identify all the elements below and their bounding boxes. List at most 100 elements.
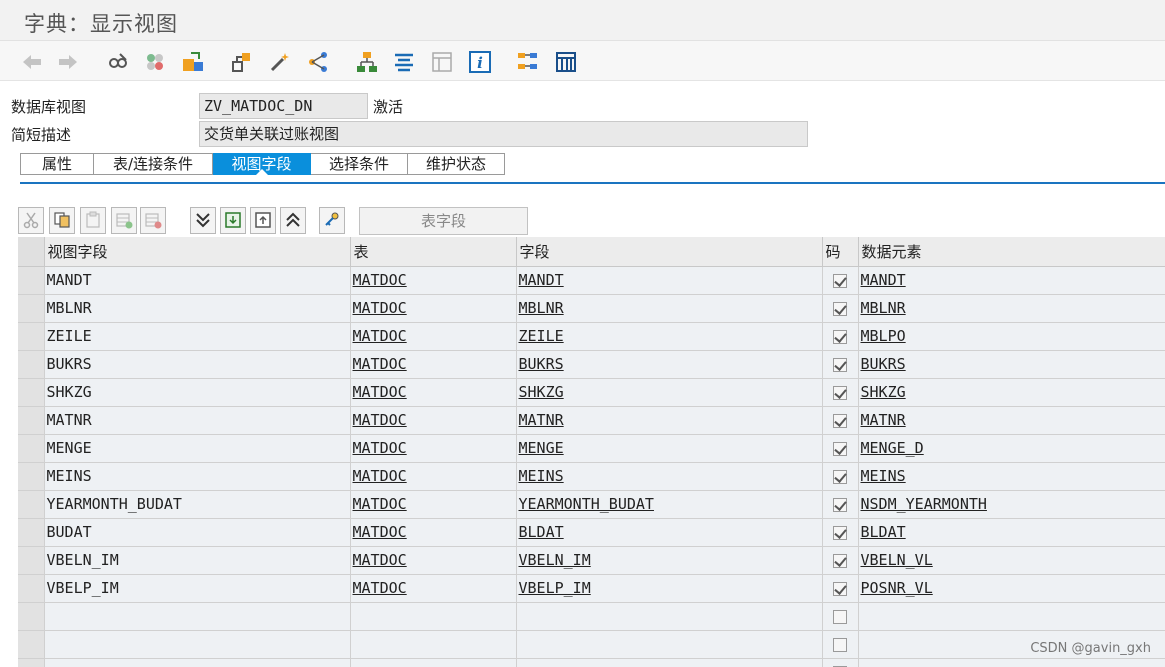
cell-table[interactable]: MATDOC bbox=[350, 378, 517, 407]
cell-view-field[interactable] bbox=[44, 630, 351, 659]
row-selector[interactable] bbox=[18, 546, 45, 575]
row-selector[interactable] bbox=[18, 294, 45, 323]
magic-wand-icon[interactable] bbox=[268, 50, 292, 74]
tab-view-fields[interactable]: 视图字段 bbox=[213, 153, 311, 175]
cell-view-field[interactable] bbox=[44, 658, 351, 667]
cell-table-text[interactable]: MATDOC bbox=[353, 411, 407, 429]
row-selector[interactable] bbox=[18, 266, 45, 295]
cell-table[interactable]: MATDOC bbox=[350, 490, 517, 519]
cell-key[interactable] bbox=[822, 546, 859, 575]
cell-table[interactable]: MATDOC bbox=[350, 350, 517, 379]
cell-table-text[interactable]: MATDOC bbox=[353, 383, 407, 401]
cell-table-text[interactable]: MATDOC bbox=[353, 327, 407, 345]
key-checkbox[interactable] bbox=[833, 329, 847, 344]
key-checkbox[interactable] bbox=[833, 469, 847, 484]
cell-table-text[interactable]: MATDOC bbox=[353, 271, 407, 289]
page-down-button[interactable] bbox=[220, 207, 246, 234]
cell-table-text[interactable]: MATDOC bbox=[353, 355, 407, 373]
cell-data-element[interactable]: BUKRS bbox=[858, 350, 1165, 379]
row-selector[interactable] bbox=[18, 406, 45, 435]
cell-data-element[interactable]: POSNR_VL bbox=[858, 574, 1165, 603]
table-row[interactable] bbox=[18, 630, 1165, 659]
cell-key[interactable] bbox=[822, 434, 859, 463]
table-row[interactable] bbox=[18, 602, 1165, 631]
cell-view-field[interactable] bbox=[44, 602, 351, 631]
cell-data-element-text[interactable]: MEINS bbox=[861, 467, 906, 485]
header-view-field[interactable]: 视图字段 bbox=[44, 237, 351, 267]
cell-table[interactable] bbox=[350, 658, 517, 667]
key-checkbox[interactable] bbox=[833, 581, 847, 596]
header-table[interactable]: 表 bbox=[350, 237, 517, 267]
cell-data-element[interactable]: MEINS bbox=[858, 462, 1165, 491]
tree-icon[interactable] bbox=[516, 50, 540, 74]
cell-key[interactable] bbox=[822, 266, 859, 295]
cell-view-field[interactable]: MENGE bbox=[44, 434, 351, 463]
cell-key[interactable] bbox=[822, 294, 859, 323]
sort-icon[interactable] bbox=[392, 50, 416, 74]
cell-field-text[interactable]: MANDT bbox=[519, 271, 564, 289]
cell-table[interactable]: MATDOC bbox=[350, 322, 517, 351]
row-selector[interactable] bbox=[18, 434, 45, 463]
table-row[interactable]: MEINS MATDOC MEINS MEINS bbox=[18, 462, 1165, 491]
table-row[interactable]: MATNR MATDOC MATNR MATNR bbox=[18, 406, 1165, 435]
copy-button[interactable] bbox=[49, 207, 75, 234]
cell-table-text[interactable]: MATDOC bbox=[353, 495, 407, 513]
cell-key[interactable] bbox=[822, 462, 859, 491]
cell-field-text[interactable]: VBELN_IM bbox=[519, 551, 591, 569]
key-checkbox[interactable] bbox=[833, 413, 847, 428]
cell-table[interactable] bbox=[350, 630, 517, 659]
cell-data-element-text[interactable]: MANDT bbox=[861, 271, 906, 289]
cell-field[interactable]: SHKZG bbox=[516, 378, 823, 407]
table-fields-button[interactable]: 表字段 bbox=[359, 207, 528, 235]
cell-data-element-text[interactable]: SHKZG bbox=[861, 383, 906, 401]
cell-table-text[interactable]: MATDOC bbox=[353, 467, 407, 485]
cell-field[interactable]: VBELP_IM bbox=[516, 574, 823, 603]
cell-field[interactable]: VBELN_IM bbox=[516, 546, 823, 575]
view-name-field[interactable]: ZV_MATDOC_DN bbox=[199, 93, 368, 119]
cell-table[interactable]: MATDOC bbox=[350, 462, 517, 491]
table-row[interactable]: BUKRS MATDOC BUKRS BUKRS bbox=[18, 350, 1165, 379]
cell-view-field[interactable]: VBELN_IM bbox=[44, 546, 351, 575]
cell-view-field[interactable]: MATNR bbox=[44, 406, 351, 435]
cell-key[interactable] bbox=[822, 350, 859, 379]
cut-button[interactable] bbox=[18, 207, 44, 234]
cell-data-element-text[interactable]: MBLNR bbox=[861, 299, 906, 317]
cell-view-field[interactable]: ZEILE bbox=[44, 322, 351, 351]
cell-key[interactable] bbox=[822, 322, 859, 351]
cell-field-text[interactable]: BUKRS bbox=[519, 355, 564, 373]
cell-field[interactable]: YEARMONTH_BUDAT bbox=[516, 490, 823, 519]
cell-data-element-text[interactable]: BUKRS bbox=[861, 355, 906, 373]
cell-view-field[interactable]: MANDT bbox=[44, 266, 351, 295]
forward-arrow-icon[interactable] bbox=[56, 50, 80, 74]
cell-key[interactable] bbox=[822, 602, 859, 631]
table-row[interactable]: MBLNR MATDOC MBLNR MBLNR bbox=[18, 294, 1165, 323]
hierarchy-icon[interactable] bbox=[306, 50, 330, 74]
cell-key[interactable] bbox=[822, 658, 859, 667]
cell-data-element-text[interactable]: MBLPO bbox=[861, 327, 906, 345]
row-selector[interactable] bbox=[18, 462, 45, 491]
cell-key[interactable] bbox=[822, 406, 859, 435]
header-data-element[interactable]: 数据元素 bbox=[858, 237, 1165, 267]
row-selector[interactable] bbox=[18, 322, 45, 351]
grid-icon[interactable] bbox=[554, 50, 578, 74]
info-icon[interactable]: i bbox=[468, 50, 492, 74]
scroll-bottom-button[interactable] bbox=[190, 207, 216, 234]
cell-data-element-text[interactable]: BLDAT bbox=[861, 523, 906, 541]
cell-field-text[interactable]: MBLNR bbox=[519, 299, 564, 317]
page-up-button[interactable] bbox=[250, 207, 276, 234]
paste-button[interactable] bbox=[80, 207, 106, 234]
cell-field-text[interactable]: YEARMONTH_BUDAT bbox=[519, 495, 654, 513]
cell-key[interactable] bbox=[822, 490, 859, 519]
cell-data-element[interactable]: MANDT bbox=[858, 266, 1165, 295]
cell-table[interactable]: MATDOC bbox=[350, 574, 517, 603]
key-checkbox[interactable] bbox=[833, 273, 847, 288]
table-row[interactable]: MENGE MATDOC MENGE MENGE_D bbox=[18, 434, 1165, 463]
key-checkbox[interactable] bbox=[833, 497, 847, 512]
cell-data-element[interactable]: VBELN_VL bbox=[858, 546, 1165, 575]
cell-field-text[interactable]: MENGE bbox=[519, 439, 564, 457]
cell-data-element[interactable]: MBLPO bbox=[858, 322, 1165, 351]
table-row[interactable]: VBELN_IM MATDOC VBELN_IM VBELN_VL bbox=[18, 546, 1165, 575]
display-change-icon[interactable] bbox=[106, 50, 130, 74]
cell-table[interactable] bbox=[350, 602, 517, 631]
table-row[interactable]: YEARMONTH_BUDAT MATDOC YEARMONTH_BUDAT NSDM… bbox=[18, 490, 1165, 519]
